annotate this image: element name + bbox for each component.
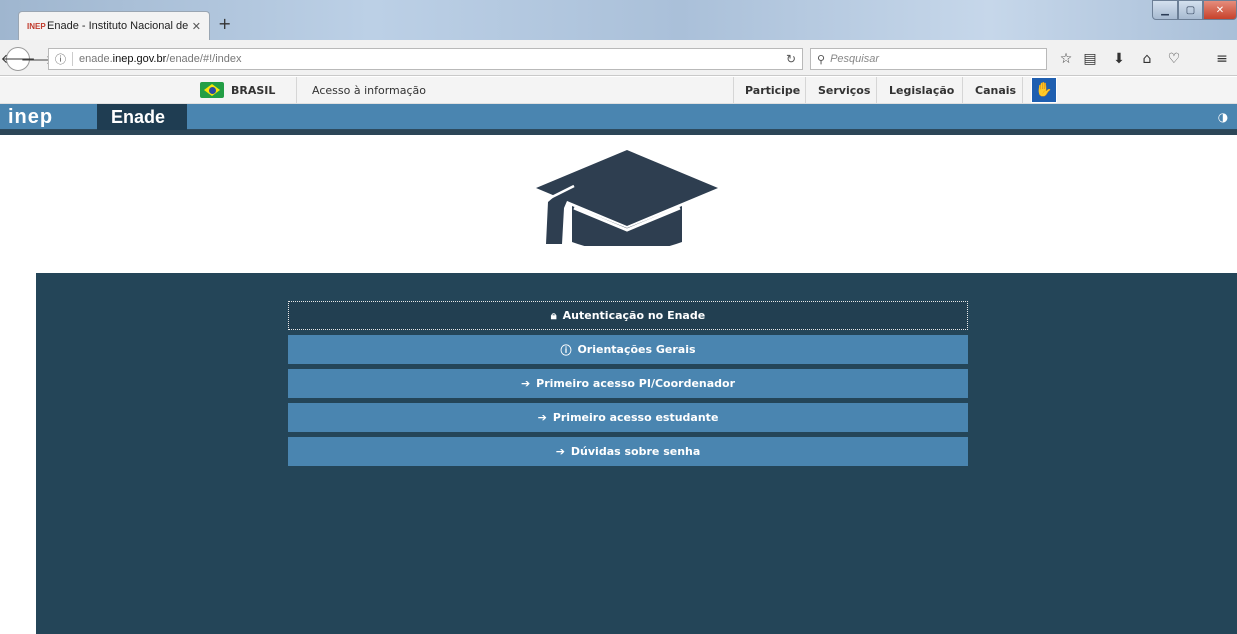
gov-divider (876, 77, 877, 103)
browser-tab[interactable]: INEP Enade - Instituto Nacional de ✕ (18, 11, 210, 40)
brasil-link[interactable]: BRASIL (231, 77, 275, 103)
authentication-button[interactable]: 🔒︎ Autenticação no Enade (288, 301, 968, 330)
url-domain: inep.gov.br (112, 53, 167, 65)
forward-arrow-icon[interactable]: 🡒 (21, 50, 53, 68)
arrow-circle-right-icon: ➔ (555, 445, 565, 458)
servicos-link[interactable]: Serviços (818, 77, 870, 103)
general-guidelines-label: Orientações Gerais (577, 343, 696, 356)
access-info-link[interactable]: Acesso à informação (312, 77, 426, 103)
address-bar[interactable]: ⓘ enade. inep.gov.br/enade/#!/index ↻ (48, 48, 803, 70)
reading-list-icon[interactable]: ▤ (1081, 50, 1099, 68)
bookmark-star-icon[interactable]: ☆ (1057, 50, 1075, 68)
url-path: /enade/#!/index (166, 53, 242, 65)
password-help-button[interactable]: ➔ Dúvidas sobre senha (288, 437, 968, 466)
minimize-icon[interactable]: ▁ (1152, 0, 1178, 20)
close-tab-icon[interactable]: ✕ (192, 20, 201, 33)
tab-title: Enade - Instituto Nacional de (47, 20, 188, 32)
general-guidelines-button[interactable]: ⓘ Orientações Gerais (288, 335, 968, 364)
url-domain-prefix: enade. (79, 53, 113, 65)
gov-divider (962, 77, 963, 103)
lock-icon: 🔒︎ (550, 308, 557, 322)
brazil-flag-icon[interactable] (200, 82, 224, 98)
new-tab-icon[interactable]: + (218, 14, 231, 33)
inep-header: inep Enade ◑ (0, 104, 1237, 135)
info-icon: ⓘ (560, 343, 572, 357)
authentication-label: Autenticação no Enade (562, 309, 706, 322)
gov-divider (805, 77, 806, 103)
pocket-icon[interactable]: ♡ (1165, 50, 1183, 68)
arrow-circle-right-icon: ➔ (520, 377, 531, 390)
contrast-icon[interactable]: ◑ (1217, 110, 1229, 124)
browser-titlebar: INEP Enade - Instituto Nacional de ✕ + ▁… (0, 0, 1237, 40)
search-placeholder: Pesquisar (830, 53, 879, 65)
reload-icon[interactable]: ↻ (786, 52, 796, 66)
maximize-icon[interactable]: ▢ (1178, 0, 1203, 20)
gov-divider (1022, 77, 1023, 103)
search-input[interactable]: ⚲ Pesquisar (810, 48, 1047, 70)
close-window-icon[interactable]: ✕ (1203, 0, 1237, 20)
canais-link[interactable]: Canais (975, 77, 1016, 103)
url-separator (72, 52, 73, 66)
menu-hamburger-icon[interactable]: ≡ (1213, 50, 1231, 68)
first-access-student-label: Primeiro acesso estudante (552, 411, 719, 424)
download-icon[interactable]: ⬇ (1110, 50, 1128, 68)
accessibility-icon[interactable]: ✋ (1031, 77, 1057, 103)
first-access-coordinator-button[interactable]: ➔ Primeiro acesso PI/Coordenador (288, 369, 968, 398)
first-access-student-button[interactable]: ➔ Primeiro acesso estudante (288, 403, 968, 432)
gov-bar: BRASIL Acesso à informação Participe Ser… (0, 77, 1237, 104)
graduation-cap-icon (536, 150, 718, 246)
password-help-label: Dúvidas sobre senha (570, 445, 701, 458)
browser-navbar: 🡐 🡒 ⓘ enade. inep.gov.br/enade/#!/index ↻… (0, 40, 1237, 76)
site-info-icon[interactable]: ⓘ (55, 51, 66, 67)
home-icon[interactable]: ⌂ (1138, 50, 1156, 68)
search-icon: ⚲ (817, 53, 826, 66)
gov-divider (733, 77, 734, 103)
inep-favicon-icon: INEP (27, 21, 46, 31)
inep-logo[interactable]: inep (8, 104, 53, 130)
section-title[interactable]: Enade (97, 104, 187, 130)
main-panel: 🔒︎ Autenticação no Enade ⓘ Orientações G… (36, 273, 1237, 634)
gov-divider (296, 77, 297, 103)
hero (0, 135, 1237, 273)
arrow-circle-right-icon: ➔ (537, 411, 547, 424)
participe-link[interactable]: Participe (745, 77, 800, 103)
legislacao-link[interactable]: Legislação (889, 77, 954, 103)
first-access-coordinator-label: Primeiro acesso PI/Coordenador (536, 377, 736, 390)
